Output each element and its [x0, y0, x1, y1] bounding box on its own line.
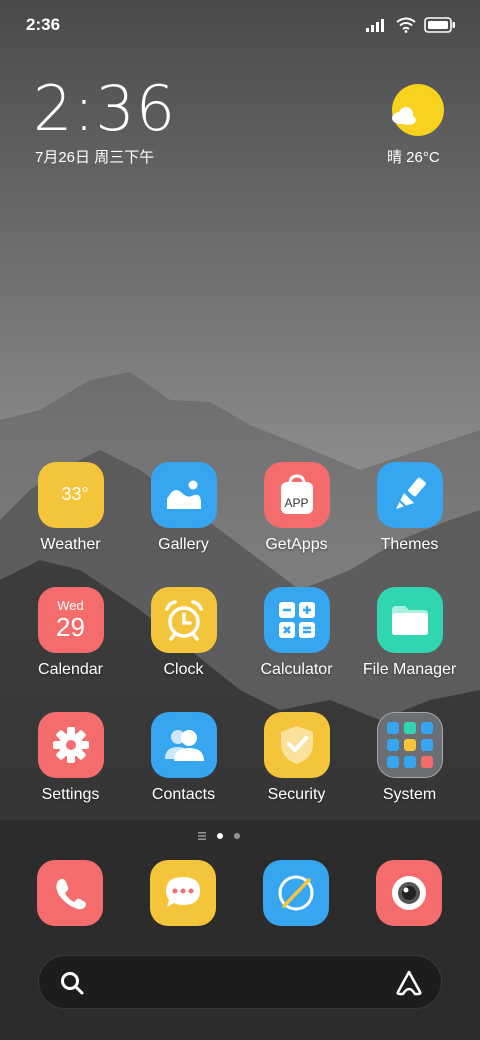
wifi-icon — [396, 17, 416, 33]
app-getapps[interactable]: APP GetApps — [240, 462, 353, 572]
folder-icon — [376, 587, 443, 653]
app-label: Gallery — [158, 536, 209, 553]
app-label: Settings — [41, 786, 100, 803]
camera-icon — [392, 876, 426, 910]
messages-icon — [166, 877, 200, 907]
getapps-badge: APP — [284, 496, 309, 510]
app-gallery[interactable]: Gallery — [127, 462, 240, 572]
search-icon — [61, 972, 84, 995]
gear-icon — [37, 712, 104, 778]
app-calendar[interactable]: Wed 29 Calendar — [14, 587, 127, 697]
dock-messages[interactable] — [150, 860, 216, 926]
menu-lines-icon — [198, 832, 206, 840]
app-system-folder[interactable]: System — [353, 712, 466, 822]
calendar-icon: Wed 29 — [37, 587, 104, 653]
calculator-icon — [263, 587, 330, 653]
app-contacts[interactable]: Contacts — [127, 712, 240, 822]
app-label: Clock — [163, 661, 204, 678]
app-label: Themes — [380, 536, 439, 553]
brush-icon — [376, 462, 443, 528]
phone-icon — [56, 878, 86, 910]
app-label: Calendar — [38, 661, 103, 678]
page-indicator[interactable] — [198, 830, 258, 842]
status-time: 2:36 — [26, 15, 61, 34]
app-themes[interactable]: Themes — [353, 462, 466, 572]
app-security[interactable]: Security — [240, 712, 353, 822]
weather-widget-icon[interactable] — [388, 84, 448, 136]
weather-widget-text: 晴 26°C — [387, 149, 440, 166]
calendar-date: 29 — [56, 611, 85, 642]
shield-icon — [263, 712, 330, 778]
battery-icon — [424, 17, 455, 33]
app-label: Calculator — [260, 661, 333, 678]
gallery-icon — [150, 462, 217, 528]
dock-camera[interactable] — [376, 860, 442, 926]
folder-system-icon — [376, 712, 443, 778]
app-settings[interactable]: Settings — [14, 712, 127, 822]
dock-phone[interactable] — [37, 860, 103, 926]
app-label: Contacts — [151, 786, 216, 803]
getapps-icon: APP — [263, 462, 330, 528]
page-dot[interactable] — [234, 833, 240, 839]
app-clock[interactable]: Clock — [127, 587, 240, 697]
clock-widget-date: 7月26日 周三下午 — [35, 149, 155, 166]
assistant-icon[interactable] — [395, 969, 423, 997]
clock-widget-time[interactable]: 2:36 — [33, 76, 176, 142]
page-dot-active[interactable] — [217, 833, 223, 839]
weather-temp-badge: 33° — [61, 484, 89, 504]
app-label: Weather — [40, 536, 101, 553]
app-file-manager[interactable]: File Manager — [353, 587, 466, 697]
status-icons — [366, 15, 456, 35]
app-label: GetApps — [265, 536, 328, 553]
signal-icon — [366, 19, 384, 32]
app-label: Security — [267, 786, 326, 803]
alarm-clock-icon — [150, 587, 217, 653]
app-weather[interactable]: 33° Weather — [14, 462, 127, 572]
weather-icon: 33° — [37, 462, 104, 528]
app-label: File Manager — [362, 661, 457, 678]
calendar-day: Wed — [57, 597, 84, 613]
app-calculator[interactable]: Calculator — [240, 587, 353, 697]
contacts-icon — [150, 712, 217, 778]
browser-icon — [278, 875, 314, 911]
status-bar: 2:36 — [0, 0, 480, 50]
search-bar[interactable] — [38, 955, 442, 1009]
app-label: System — [382, 786, 437, 803]
dock-browser[interactable] — [263, 860, 329, 926]
